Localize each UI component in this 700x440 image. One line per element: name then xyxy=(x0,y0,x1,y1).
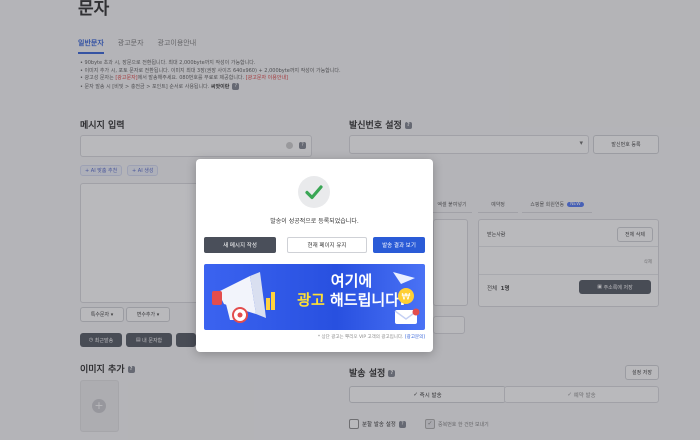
send-success-modal: 발송이 성공적으로 등록되었습니다. 새 메시지 작성 현재 페이지 유지 발송… xyxy=(196,159,433,352)
new-message-button[interactable]: 새 메시지 작성 xyxy=(204,237,276,253)
stay-on-page-button[interactable]: 현재 페이지 유지 xyxy=(287,237,367,253)
modal-message: 발송이 성공적으로 등록되었습니다. xyxy=(270,218,359,225)
coin-mail-icon: ₩ xyxy=(393,272,420,324)
ad-note: * 상단 광고는 뿌리오 VIP 고객의 광고입니다. [광고문의] xyxy=(317,335,425,340)
ad-banner[interactable]: 여기에 광고 해드립니다! ₩ xyxy=(204,264,425,330)
ad-inquiry-link[interactable]: [광고문의] xyxy=(405,335,425,340)
megaphone-icon xyxy=(212,272,275,323)
success-check-icon xyxy=(298,176,330,208)
svg-text:₩: ₩ xyxy=(402,293,411,303)
view-result-button[interactable]: 발송 결과 보기 xyxy=(373,237,425,253)
